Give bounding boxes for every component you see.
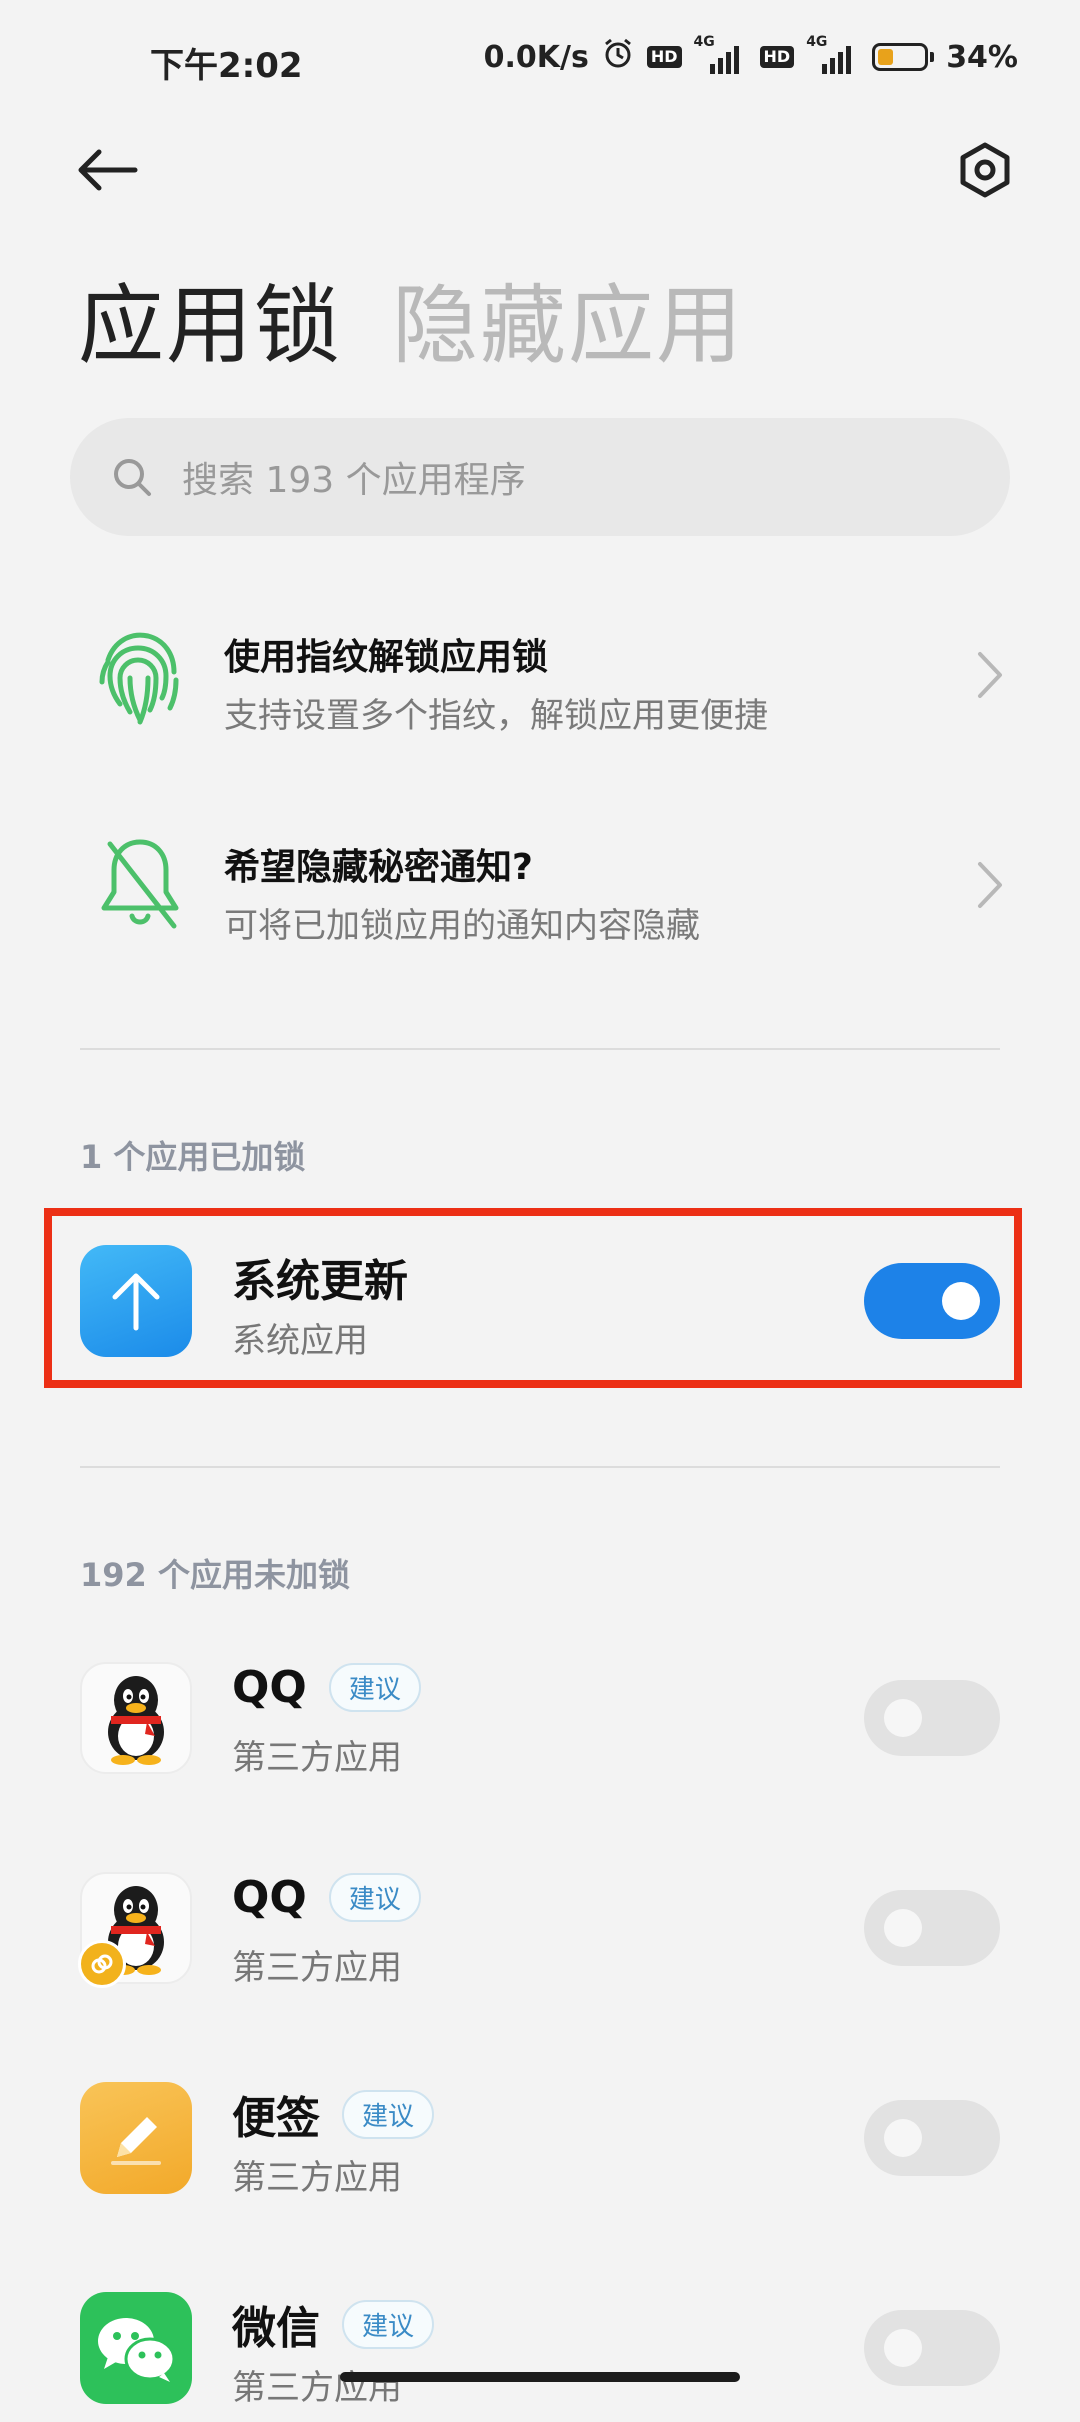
battery-percent: 34% (946, 39, 1018, 75)
locked-section-label: 1 个应用已加锁 (80, 1138, 306, 1176)
tip-title: 使用指纹解锁应用锁 (224, 637, 549, 678)
alarm-icon (601, 36, 635, 78)
search-input[interactable]: 搜索 193 个应用程序 (70, 418, 1010, 536)
chevron-right-icon (970, 640, 1010, 710)
divider (80, 1466, 1000, 1468)
gear-icon (960, 142, 1010, 198)
notes-icon (80, 2082, 192, 2194)
status-bar: 下午2:02 0.0K/s HD 4G HD 4G 34% (0, 0, 1080, 120)
lock-toggle[interactable] (864, 2100, 1000, 2176)
app-category: 第三方应用 (232, 2368, 402, 2408)
app-name: 微信 (232, 2303, 320, 2354)
tab-hidden-apps[interactable]: 隐藏应用 (392, 255, 744, 380)
hd-icon: HD (759, 46, 795, 68)
unlocked-section-label: 192 个应用未加锁 (80, 1556, 350, 1594)
home-indicator[interactable] (340, 2372, 740, 2382)
bell-off-icon (90, 830, 190, 940)
tip-title: 希望隐藏秘密通知? (224, 847, 533, 888)
status-time: 下午2:02 (150, 46, 303, 86)
app-row-notes[interactable]: 便签 建议 第三方应用 (80, 2082, 1000, 2212)
signal-icon: 4G (694, 34, 748, 74)
lock-toggle[interactable] (864, 1680, 1000, 1756)
suggest-badge: 建议 (328, 1663, 421, 1712)
dual-app-badge-icon (78, 1940, 126, 1988)
tip-subtitle: 支持设置多个指纹，解锁应用更便捷 (224, 696, 768, 736)
app-name: QQ (232, 1872, 307, 1923)
tip-fingerprint[interactable]: 使用指纹解锁应用锁 支持设置多个指纹，解锁应用更便捷 (70, 590, 1010, 760)
app-category: 第三方应用 (232, 1738, 402, 1778)
back-button[interactable] (72, 140, 142, 200)
highlight-box (44, 1208, 1022, 1388)
app-category: 第三方应用 (232, 1948, 402, 1988)
app-category: 第三方应用 (232, 2158, 402, 2198)
app-name: QQ (232, 1662, 307, 1713)
lock-toggle[interactable] (864, 1890, 1000, 1966)
search-placeholder: 搜索 193 个应用程序 (182, 460, 526, 501)
arrow-left-icon (78, 149, 138, 191)
chevron-right-icon (970, 850, 1010, 920)
suggest-badge: 建议 (342, 2089, 435, 2139)
signal-icon: 4G (806, 34, 860, 74)
hd-icon: HD (646, 46, 682, 68)
app-row-qq-clone[interactable]: QQ 建议 第三方应用 (78, 1872, 1000, 2002)
settings-button[interactable] (950, 135, 1020, 205)
wechat-icon (80, 2292, 192, 2404)
status-icons: 0.0K/s HD 4G HD 4G 34% (483, 34, 1018, 78)
qq-clone-icon (78, 1872, 192, 1988)
app-name: 便签 (232, 2093, 320, 2144)
net-speed: 0.0K/s (483, 39, 589, 75)
fingerprint-icon (90, 620, 190, 730)
tip-subtitle: 可将已加锁应用的通知内容隐藏 (224, 906, 700, 946)
lock-toggle[interactable] (864, 2310, 1000, 2386)
app-row-qq[interactable]: QQ 建议 第三方应用 (80, 1662, 1000, 1792)
app-row-wechat[interactable]: 微信 建议 第三方应用 (80, 2292, 1000, 2422)
tab-app-lock[interactable]: 应用锁 (78, 255, 342, 380)
tip-hide-notifications[interactable]: 希望隐藏秘密通知? 可将已加锁应用的通知内容隐藏 (70, 800, 1010, 970)
battery-icon (872, 43, 935, 71)
qq-icon (80, 1662, 192, 1774)
search-icon (110, 452, 160, 502)
suggest-badge: 建议 (342, 2299, 435, 2349)
suggest-badge: 建议 (328, 1873, 421, 1922)
divider (80, 1048, 1000, 1050)
tab-bar: 应用锁 隐藏应用 (78, 255, 744, 380)
